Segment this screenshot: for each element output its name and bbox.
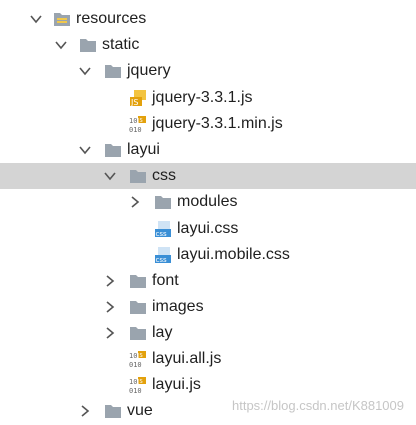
svg-text:10: 10	[129, 117, 137, 125]
tree-item-resources[interactable]: resources	[0, 6, 416, 32]
partial-top-item	[160, 0, 280, 2]
svg-text:10: 10	[129, 352, 137, 360]
tree-item-font[interactable]: font	[0, 268, 416, 294]
chevron-right-icon[interactable]	[104, 327, 116, 339]
svg-text:css: css	[156, 256, 167, 264]
svg-text:10: 10	[129, 378, 137, 386]
binary-js-file-icon: 10 010 JS	[129, 115, 147, 134]
folder-icon	[104, 402, 122, 420]
lay-label: lay	[152, 324, 173, 341]
chevron-down-icon[interactable]	[79, 65, 91, 77]
chevron-right-icon[interactable]	[104, 275, 116, 287]
modules-label: modules	[177, 193, 238, 210]
tree-item-modules[interactable]: modules	[0, 189, 416, 215]
jquery-label: jquery	[127, 62, 171, 79]
folder-icon	[154, 193, 172, 211]
js-file-icon: JS	[129, 89, 147, 107]
svg-text:JS: JS	[137, 379, 143, 385]
layui-mobile-css-label: layui.mobile.css	[177, 246, 290, 263]
css-label: css	[152, 167, 176, 184]
chevron-right-icon[interactable]	[104, 301, 116, 313]
chevron-right-icon[interactable]	[129, 196, 141, 208]
folder-icon	[104, 141, 122, 159]
tree-item-layui-all-js[interactable]: 10 010 JS layui.all.js	[0, 346, 416, 372]
chevron-down-icon[interactable]	[104, 170, 116, 182]
layui-all-js-label: layui.all.js	[152, 350, 222, 367]
folder-icon	[104, 62, 122, 80]
svg-text:css: css	[156, 230, 167, 238]
css-file-icon: css	[154, 246, 172, 264]
images-label: images	[152, 298, 204, 315]
svg-text:JS: JS	[130, 98, 138, 107]
tree-item-jquery-js[interactable]: JS jquery-3.3.1.js	[0, 85, 416, 111]
chevron-down-icon[interactable]	[79, 144, 91, 156]
chevron-down-icon[interactable]	[55, 39, 67, 51]
tree-item-layui-mobile-css[interactable]: css layui.mobile.css	[0, 242, 416, 268]
vue-label: vue	[127, 402, 153, 419]
jquery-js-label: jquery-3.3.1.js	[152, 89, 253, 106]
tree-item-static[interactable]: static	[0, 32, 416, 58]
layui-js-label: layui.js	[152, 376, 201, 393]
chevron-down-icon[interactable]	[30, 13, 42, 25]
css-file-icon: css	[154, 220, 172, 238]
svg-text:JS: JS	[137, 118, 143, 124]
partial-file-icon	[160, 0, 280, 2]
folder-icon	[129, 324, 147, 342]
tree-item-lay[interactable]: lay	[0, 320, 416, 346]
folder-icon	[79, 36, 97, 54]
tree-item-css[interactable]: css	[0, 163, 416, 189]
project-file-tree: resources static jquery JS jquery-3.3.1.…	[0, 0, 416, 423]
folder-icon	[129, 272, 147, 290]
chevron-right-icon[interactable]	[79, 405, 91, 417]
resources-folder-icon	[53, 10, 71, 28]
resources-label: resources	[76, 10, 147, 27]
tree-item-jquery-min-js[interactable]: 10 010 JS jquery-3.3.1.min.js	[0, 111, 416, 137]
tree-item-layui-css[interactable]: css layui.css	[0, 216, 416, 242]
binary-js-file-icon: 10 010 JS	[129, 376, 147, 395]
watermark-text: https://blog.csdn.net/K881009	[231, 398, 404, 413]
svg-text:JS: JS	[137, 353, 143, 359]
tree-item-layui[interactable]: layui	[0, 137, 416, 163]
folder-icon	[129, 167, 147, 185]
layui-label: layui	[127, 141, 160, 158]
font-label: font	[152, 272, 179, 289]
folder-icon	[129, 298, 147, 316]
static-label: static	[102, 36, 140, 53]
tree-item-layui-js[interactable]: 10 010 JS layui.js	[0, 372, 416, 398]
tree-item-images[interactable]: images	[0, 294, 416, 320]
svg-text:010: 010	[129, 126, 142, 133]
tree-item-jquery[interactable]: jquery	[0, 58, 416, 84]
svg-text:010: 010	[129, 361, 142, 368]
binary-js-file-icon: 10 010 JS	[129, 350, 147, 369]
svg-text:010: 010	[129, 387, 142, 394]
jquery-min-js-label: jquery-3.3.1.min.js	[152, 115, 283, 132]
layui-css-label: layui.css	[177, 220, 239, 237]
